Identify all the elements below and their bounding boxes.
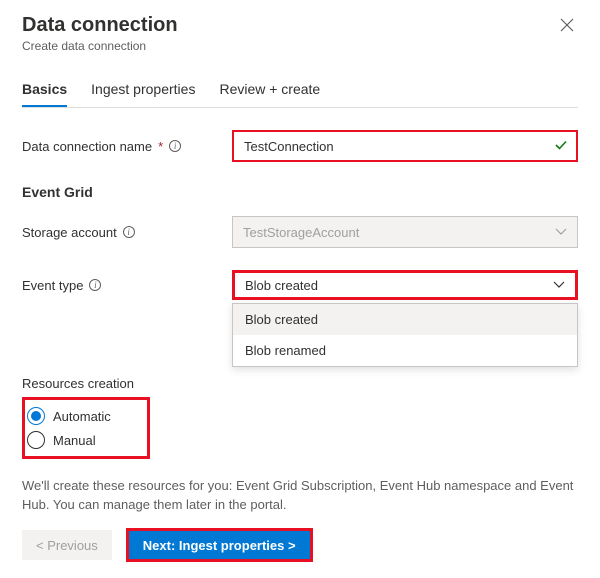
- radio-manual[interactable]: Manual: [27, 428, 141, 452]
- event-type-value: Blob created: [245, 278, 318, 293]
- next-button[interactable]: Next: Ingest properties >: [129, 531, 310, 559]
- radio-label: Automatic: [53, 409, 111, 424]
- close-icon[interactable]: [556, 14, 578, 40]
- info-icon[interactable]: i: [123, 226, 135, 238]
- radio-icon: [27, 407, 45, 425]
- dropdown-option-blob-created[interactable]: Blob created: [233, 304, 577, 335]
- tab-ingest-properties[interactable]: Ingest properties: [91, 75, 195, 107]
- page-title: Data connection: [22, 14, 178, 37]
- info-icon[interactable]: i: [89, 279, 101, 291]
- check-icon: [554, 138, 568, 155]
- radio-label: Manual: [53, 433, 96, 448]
- page-subtitle: Create data connection: [22, 39, 178, 53]
- radio-automatic[interactable]: Automatic: [27, 404, 141, 428]
- resources-radio-group: Automatic Manual: [22, 397, 150, 459]
- event-grid-heading: Event Grid: [22, 184, 578, 200]
- name-label: Data connection name: [22, 139, 152, 154]
- helper-text: We'll create these resources for you: Ev…: [22, 477, 578, 515]
- previous-button[interactable]: < Previous: [22, 530, 112, 560]
- dropdown-option-blob-renamed[interactable]: Blob renamed: [233, 335, 577, 366]
- storage-value: TestStorageAccount: [243, 225, 359, 240]
- event-type-label: Event type: [22, 278, 83, 293]
- event-type-select[interactable]: Blob created: [232, 270, 578, 300]
- footer: < Previous Next: Ingest properties >: [0, 518, 600, 578]
- tab-bar: Basics Ingest properties Review + create: [22, 75, 578, 107]
- required-asterisk: *: [158, 139, 163, 154]
- radio-icon: [27, 431, 45, 449]
- tab-basics[interactable]: Basics: [22, 75, 67, 107]
- tab-review-create[interactable]: Review + create: [219, 75, 320, 107]
- info-icon[interactable]: i: [169, 140, 181, 152]
- storage-label: Storage account: [22, 225, 117, 240]
- event-type-dropdown: Blob created Blob renamed: [232, 303, 578, 367]
- name-input[interactable]: TestConnection: [232, 130, 578, 162]
- storage-select[interactable]: TestStorageAccount: [232, 216, 578, 248]
- name-input-value: TestConnection: [244, 139, 334, 154]
- chevron-down-icon: [555, 228, 567, 236]
- chevron-down-icon: [553, 281, 565, 289]
- resources-label: Resources creation: [22, 376, 578, 391]
